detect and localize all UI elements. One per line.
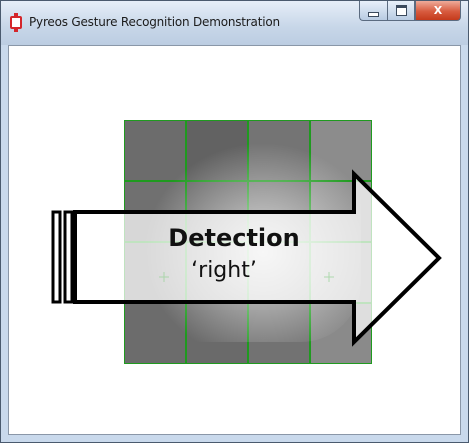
detection-title: Detection: [168, 224, 300, 252]
client-area: Detection ‘right’: [8, 45, 461, 435]
window-title: Pyreos Gesture Recognition Demonstration: [29, 15, 280, 29]
detection-value: ‘right’: [191, 258, 257, 283]
caption-buttons: X: [359, 1, 461, 21]
close-button[interactable]: X: [415, 1, 461, 21]
maximize-button[interactable]: [387, 1, 415, 21]
minimize-button[interactable]: [359, 1, 387, 21]
maximize-icon: [395, 5, 407, 16]
app-icon[interactable]: [10, 13, 22, 32]
app-window: Pyreos Gesture Recognition Demonstration…: [0, 0, 469, 443]
close-icon: X: [433, 4, 443, 17]
title-bar[interactable]: Pyreos Gesture Recognition Demonstration…: [1, 1, 468, 45]
minimize-icon: [368, 11, 379, 17]
